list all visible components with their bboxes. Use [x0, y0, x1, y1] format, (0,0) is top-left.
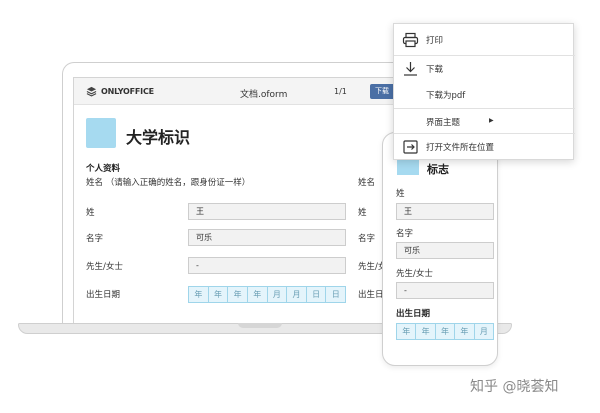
name-hint: 姓名 （请输入正确的姓名，跟身份证一样） [86, 178, 251, 188]
stage: ONLYOFFICE 文档.oform 1/1 下载 大学标识 个人资料 姓名 … [0, 0, 600, 413]
clipped-label: 出生日 [358, 290, 384, 300]
layers-icon [86, 86, 97, 97]
phone-form-title: 标志 [427, 163, 449, 176]
clipped-label: 姓名 [358, 178, 376, 188]
surname-label: 姓 [86, 208, 95, 218]
menu-divider [394, 133, 575, 134]
phone-surname-field[interactable]: 王 [396, 203, 494, 220]
dob-cell[interactable]: 日 [305, 286, 326, 303]
menu-label: 下载为pdf [426, 91, 466, 101]
dob-cell[interactable]: 年 [188, 286, 208, 303]
watermark-text: 知乎 @晓荟知 [470, 379, 559, 395]
menu-divider [394, 55, 575, 56]
logo-placeholder[interactable] [86, 118, 116, 148]
menu-item-theme[interactable]: 界面主题 ▶ [394, 111, 575, 133]
dob-cell[interactable]: 年 [207, 286, 228, 303]
dob-cell[interactable]: 年 [434, 323, 455, 340]
dob-cell[interactable]: 年 [227, 286, 247, 303]
menu-divider [394, 108, 575, 109]
dob-label: 出生日期 [86, 290, 121, 300]
menu-item-print[interactable]: 打印 [394, 29, 575, 51]
phone-given-name-field[interactable]: 可乐 [396, 242, 494, 259]
document-title: 文档.oform [240, 90, 288, 100]
section-title: 个人资料 [86, 164, 121, 174]
title-select[interactable]: - [188, 257, 346, 274]
dob-cell[interactable]: 日 [325, 286, 346, 303]
onlyoffice-logo: ONLYOFFICE [86, 86, 154, 97]
menu-label: 打开文件所在位置 [426, 143, 495, 153]
dob-cell[interactable]: 月 [286, 286, 306, 303]
submenu-arrow-icon: ▶ [489, 117, 494, 124]
context-menu: 打印 下载 下载为pdf 界面主题 ▶ 打开文件所在位置 [393, 23, 575, 160]
form-title: 大学标识 [126, 128, 191, 147]
menu-item-download-pdf[interactable]: 下载为pdf [394, 84, 575, 106]
open-folder-icon [403, 140, 418, 154]
download-icon [404, 62, 417, 76]
menu-label: 打印 [426, 36, 444, 46]
dob-cell[interactable]: 年 [415, 323, 435, 340]
logo-text: ONLYOFFICE [101, 87, 154, 96]
surname-field[interactable]: 王 [188, 203, 346, 220]
menu-label: 界面主题 [426, 118, 461, 128]
dob-field[interactable]: 年 年 年 年 月 月 日 日 [188, 286, 346, 303]
dob-cell[interactable]: 月 [266, 286, 287, 303]
given-name-field[interactable]: 可乐 [188, 229, 346, 246]
page-indicator: 1/1 [334, 87, 347, 96]
phone-dob-label: 出生日期 [396, 309, 431, 319]
dob-cell[interactable]: 年 [246, 286, 267, 303]
laptop-notch [238, 323, 282, 328]
dob-cell[interactable]: 月 [473, 323, 495, 340]
phone-title-label: 先生/女士 [396, 269, 433, 279]
printer-icon [402, 32, 419, 48]
watermark: 知乎 @晓荟知 [470, 376, 558, 396]
dob-cell[interactable]: 年 [454, 323, 474, 340]
clipped-label: 姓 [358, 208, 367, 218]
dob-cell[interactable]: 年 [396, 323, 416, 340]
phone-frame: 标志 姓 王 名字 可乐 先生/女士 - 出生日期 年 年 年 年 月 [382, 132, 498, 366]
phone-surname-label: 姓 [396, 189, 405, 199]
given-name-label: 名字 [86, 234, 104, 244]
clipped-label: 名字 [358, 234, 376, 244]
menu-item-open-location[interactable]: 打开文件所在位置 [394, 136, 575, 158]
menu-item-download[interactable]: 下载 [394, 58, 575, 80]
menu-label: 下载 [426, 65, 444, 75]
phone-title-select[interactable]: - [396, 282, 494, 299]
phone-given-name-label: 名字 [396, 229, 414, 239]
phone-dob-field[interactable]: 年 年 年 年 月 [396, 323, 495, 340]
title-label: 先生/女士 [86, 262, 123, 272]
